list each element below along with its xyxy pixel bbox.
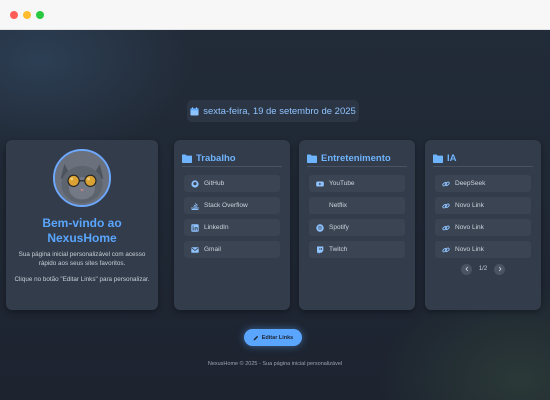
- youtube-icon: [315, 179, 324, 188]
- previous-page-button[interactable]: [461, 263, 472, 275]
- link-label: Novo Link: [455, 202, 484, 209]
- close-window-button[interactable]: [10, 11, 18, 19]
- link-novo-link[interactable]: Novo Link: [435, 219, 531, 236]
- netflix-icon: [315, 201, 324, 210]
- link-icon: [441, 223, 450, 232]
- category-card-entretenimento: Entretenimento YouTube Netflix Spotify T…: [299, 140, 415, 310]
- link-gmail[interactable]: Gmail: [184, 241, 280, 258]
- folder-icon: [307, 154, 317, 163]
- link-label: GitHub: [204, 180, 225, 187]
- link-label: Spotify: [329, 224, 349, 231]
- minimize-window-button[interactable]: [23, 11, 31, 19]
- link-label: Novo Link: [455, 246, 484, 253]
- browser-title-bar: [0, 0, 550, 30]
- welcome-card: Bem-vindo ao NexusHome Sua página inicia…: [6, 140, 158, 310]
- folder-icon: [433, 154, 443, 163]
- link-novo-link[interactable]: Novo Link: [435, 197, 531, 214]
- app-background: sexta-feira, 19 de setembro de 2025 Bem-…: [0, 30, 550, 400]
- card-title: IA: [447, 152, 457, 164]
- link-spotify[interactable]: Spotify: [309, 219, 405, 236]
- link-youtube[interactable]: YouTube: [309, 175, 405, 192]
- link-label: LinkedIn: [204, 224, 229, 231]
- date-display: sexta-feira, 19 de setembro de 2025: [187, 100, 359, 122]
- link-icon: [441, 179, 450, 188]
- link-label: Gmail: [204, 246, 221, 253]
- link-github[interactable]: GitHub: [184, 175, 280, 192]
- cat-avatar-image: [55, 151, 109, 205]
- card-title: Trabalho: [196, 152, 236, 164]
- edit-links-label: Editar Links: [261, 334, 294, 341]
- card-header: Trabalho: [182, 150, 282, 167]
- link-deepseek[interactable]: DeepSeek: [435, 175, 531, 192]
- welcome-description: Sua página inicial personalizável com ac…: [18, 251, 146, 267]
- linkedin-icon: [190, 223, 199, 232]
- link-label: YouTube: [329, 180, 355, 187]
- card-header: IA: [433, 150, 533, 167]
- mail-icon: [190, 245, 199, 254]
- link-label: Netflix: [329, 202, 348, 209]
- welcome-title: Bem-vindo ao NexusHome: [42, 216, 122, 245]
- link-label: Novo Link: [455, 224, 484, 231]
- link-label: Twitch: [329, 246, 348, 253]
- pencil-icon: [253, 335, 258, 340]
- chevron-left-icon: [464, 266, 468, 272]
- card-title: Entretenimento: [321, 152, 391, 164]
- pagination: 1/2: [461, 263, 505, 275]
- stack-overflow-icon: [190, 201, 199, 210]
- link-twitch[interactable]: Twitch: [309, 241, 405, 258]
- category-card-ia: IA DeepSeek Novo Link Novo Link Novo Lin…: [425, 140, 541, 310]
- github-icon: [190, 179, 199, 188]
- next-page-button[interactable]: [494, 263, 505, 275]
- link-novo-link[interactable]: Novo Link: [435, 241, 531, 258]
- link-label: Stack Overflow: [204, 202, 248, 209]
- page-indicator: 1/2: [478, 266, 488, 272]
- avatar: [53, 149, 111, 207]
- footer-text: NexusHome © 2025 - Sua página inicial pe…: [207, 361, 343, 367]
- date-text: sexta-feira, 19 de setembro de 2025: [203, 105, 356, 117]
- link-stack-overflow[interactable]: Stack Overflow: [184, 197, 280, 214]
- link-netflix[interactable]: Netflix: [309, 197, 405, 214]
- twitch-icon: [315, 245, 324, 254]
- maximize-window-button[interactable]: [36, 11, 44, 19]
- category-card-trabalho: Trabalho GitHub Stack Overflow LinkedIn …: [174, 140, 290, 310]
- card-header: Entretenimento: [307, 150, 407, 167]
- folder-icon: [182, 154, 192, 163]
- link-icon: [441, 201, 450, 210]
- welcome-instruction: Clique no botão "Editar Links" para pers…: [14, 276, 150, 283]
- edit-links-button[interactable]: Editar Links: [244, 329, 302, 346]
- link-icon: [441, 245, 450, 254]
- spotify-icon: [315, 223, 324, 232]
- chevron-right-icon: [498, 266, 502, 272]
- calendar-icon: [190, 106, 199, 116]
- link-label: DeepSeek: [455, 180, 486, 187]
- link-linkedin[interactable]: LinkedIn: [184, 219, 280, 236]
